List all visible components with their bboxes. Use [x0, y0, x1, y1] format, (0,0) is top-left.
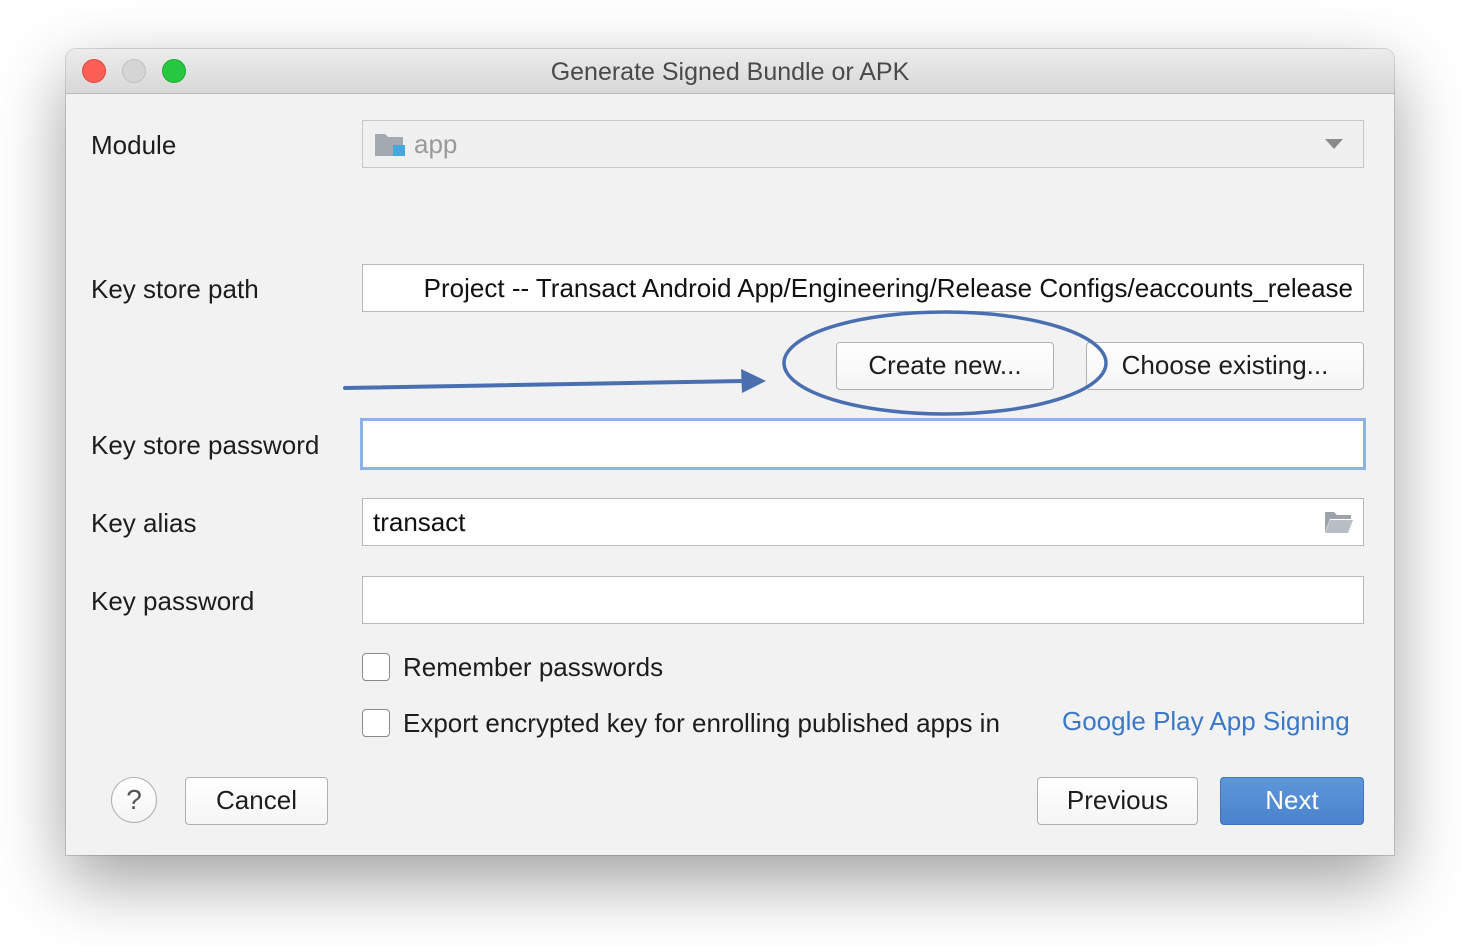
key-store-path-value: Project -- Transact Android App/Engineer… — [423, 273, 1353, 303]
export-encrypted-key-checkbox[interactable] — [362, 709, 390, 737]
module-value: app — [414, 129, 458, 159]
cancel-button[interactable]: Cancel — [185, 777, 328, 825]
key-alias-value: transact — [373, 507, 466, 537]
module-label: Module — [91, 130, 177, 160]
key-password-label: Key password — [91, 586, 255, 616]
dialog-window: Generate Signed Bundle or APK Module app… — [66, 49, 1394, 855]
key-store-password-label: Key store password — [91, 430, 320, 460]
module-dropdown[interactable]: app — [362, 120, 1364, 168]
choose-existing-button[interactable]: Choose existing... — [1086, 342, 1364, 390]
previous-button[interactable]: Previous — [1037, 777, 1198, 825]
next-button[interactable]: Next — [1220, 777, 1364, 825]
module-folder-icon — [375, 134, 405, 156]
window-title: Generate Signed Bundle or APK — [550, 58, 910, 86]
google-play-app-signing-link[interactable]: Google Play App Signing — [1062, 706, 1350, 736]
remember-passwords-label[interactable]: Remember passwords — [403, 652, 663, 682]
chevron-down-icon — [1325, 139, 1343, 149]
key-store-path-label: Key store path — [91, 274, 259, 304]
key-store-password-field[interactable] — [360, 418, 1366, 470]
help-button[interactable]: ? — [111, 777, 157, 823]
title-bar: Generate Signed Bundle or APK — [66, 49, 1394, 94]
key-store-path-field[interactable]: Project -- Transact Android App/Engineer… — [362, 264, 1364, 312]
key-alias-field[interactable]: transact — [362, 498, 1364, 546]
remember-passwords-checkbox[interactable] — [362, 653, 390, 681]
key-password-field[interactable] — [362, 576, 1364, 624]
export-encrypted-key-label[interactable]: Export encrypted key for enrolling publi… — [403, 708, 1000, 738]
key-alias-label: Key alias — [91, 508, 197, 538]
create-new-button[interactable]: Create new... — [836, 342, 1054, 390]
browse-folder-icon[interactable] — [1324, 510, 1354, 534]
